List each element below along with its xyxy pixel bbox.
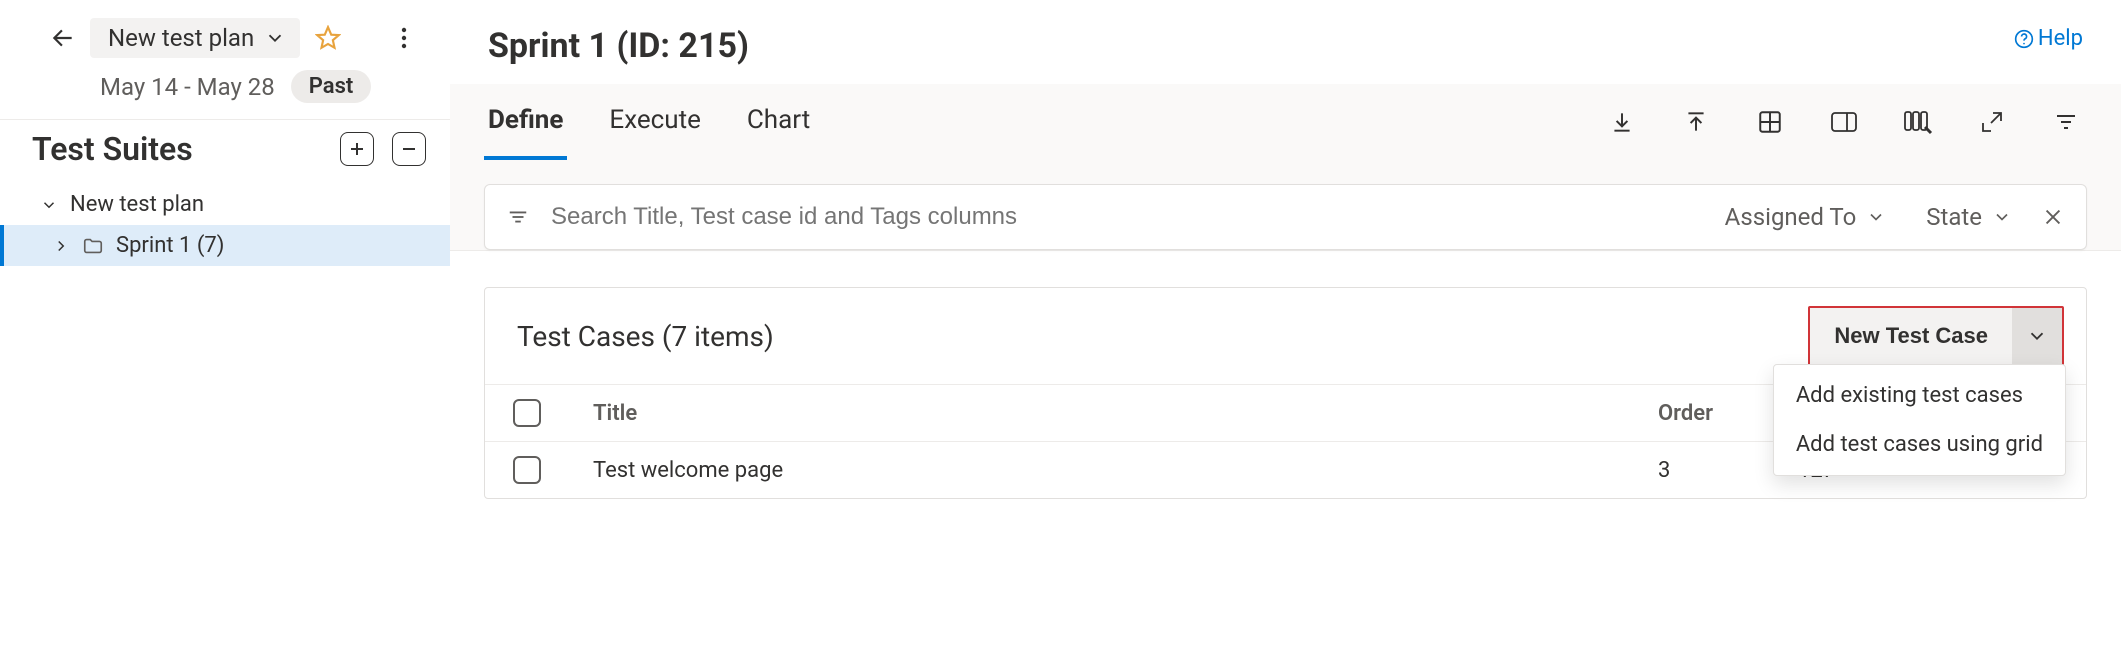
column-title[interactable]: Title xyxy=(593,401,1658,426)
new-test-case-menu: Add existing test cases Add test cases u… xyxy=(1773,364,2066,476)
add-suite-button[interactable] xyxy=(340,132,374,166)
plan-name-label: New test plan xyxy=(108,24,254,52)
search-input[interactable] xyxy=(549,202,1695,232)
help-link[interactable]: Help xyxy=(2014,26,2083,51)
grid-icon xyxy=(1757,109,1783,135)
tab-label: Chart xyxy=(747,105,810,135)
expand-icon xyxy=(1980,110,2004,134)
columns-edit-icon xyxy=(1903,109,1933,135)
collapse-all-button[interactable] xyxy=(392,132,426,166)
minus-icon xyxy=(401,141,417,157)
star-outline-icon xyxy=(315,25,341,51)
chevron-right-icon xyxy=(52,237,70,255)
more-actions-button[interactable] xyxy=(388,22,420,54)
arrow-left-icon xyxy=(50,25,76,51)
tab-define[interactable]: Define xyxy=(484,84,567,160)
help-label: Help xyxy=(2038,26,2083,51)
tree-item-label: New test plan xyxy=(70,192,204,217)
tab-label: Define xyxy=(488,105,563,135)
page-title: Sprint 1 (ID: 215) xyxy=(488,26,749,66)
favorite-toggle[interactable] xyxy=(312,22,344,54)
split-pane-icon xyxy=(1830,110,1858,134)
row-checkbox[interactable] xyxy=(513,456,541,484)
button-label: New Test Case xyxy=(1834,323,1988,349)
new-test-case-splitbutton: New Test Case xyxy=(1808,306,2064,366)
test-cases-title: Test Cases (7 items) xyxy=(517,320,774,353)
export-button[interactable] xyxy=(1681,107,1711,137)
filter-label: State xyxy=(1926,203,1982,231)
menu-add-existing[interactable]: Add existing test cases xyxy=(1774,371,2065,420)
plus-icon xyxy=(349,141,365,157)
test-suites-heading: Test Suites xyxy=(32,130,193,168)
chevron-down-icon xyxy=(1992,207,2012,227)
tree-item-sprint1[interactable]: Sprint 1 (7) xyxy=(0,225,450,266)
fullscreen-button[interactable] xyxy=(1977,107,2007,137)
chevron-down-icon xyxy=(40,196,58,214)
tab-chart[interactable]: Chart xyxy=(743,84,814,160)
tree-item-label: Sprint 1 (7) xyxy=(116,233,224,258)
filter-label: Assigned To xyxy=(1725,203,1857,231)
help-icon xyxy=(2014,29,2034,49)
select-all-checkbox[interactable] xyxy=(513,399,541,427)
filter-icon xyxy=(2054,110,2078,134)
tab-label: Execute xyxy=(609,105,700,135)
filter-lines-icon xyxy=(507,206,529,228)
sidebar: New test plan May 14 - May 28 Past Test … xyxy=(0,0,450,659)
status-badge: Past xyxy=(291,70,372,103)
filter-assigned-to[interactable]: Assigned To xyxy=(1715,203,1897,231)
chevron-down-icon xyxy=(264,27,286,49)
test-cases-card: Test Cases (7 items) New Test Case Add e… xyxy=(484,287,2087,499)
suite-tree: New test plan Sprint 1 (7) xyxy=(0,178,450,266)
split-view-button[interactable] xyxy=(1829,107,1859,137)
chevron-down-icon xyxy=(1866,207,1886,227)
kebab-icon xyxy=(401,26,407,50)
folder-icon xyxy=(82,235,104,257)
tab-execute[interactable]: Execute xyxy=(605,84,704,160)
grid-view-button[interactable] xyxy=(1755,107,1785,137)
test-plan-selector[interactable]: New test plan xyxy=(90,18,300,58)
close-icon xyxy=(2042,206,2064,228)
search-bar: Assigned To State xyxy=(484,184,2087,250)
import-button[interactable] xyxy=(1607,107,1637,137)
download-icon xyxy=(1609,109,1635,135)
main-content: Sprint 1 (ID: 215) Help Define Execute C… xyxy=(450,0,2121,659)
upload-icon xyxy=(1683,109,1709,135)
new-test-case-button[interactable]: New Test Case xyxy=(1810,308,2012,364)
filter-state[interactable]: State xyxy=(1916,203,2022,231)
back-button[interactable] xyxy=(48,23,78,53)
tree-item-root[interactable]: New test plan xyxy=(0,184,450,225)
new-test-case-dropdown-toggle[interactable] xyxy=(2012,308,2062,364)
menu-add-grid[interactable]: Add test cases using grid xyxy=(1774,420,2065,469)
date-range-label: May 14 - May 28 xyxy=(100,73,275,101)
filter-button[interactable] xyxy=(2051,107,2081,137)
column-options-button[interactable] xyxy=(1903,107,1933,137)
chevron-down-icon xyxy=(2026,325,2048,347)
cell-title: Test welcome page xyxy=(593,458,1658,483)
clear-filter-button[interactable] xyxy=(2042,206,2064,228)
